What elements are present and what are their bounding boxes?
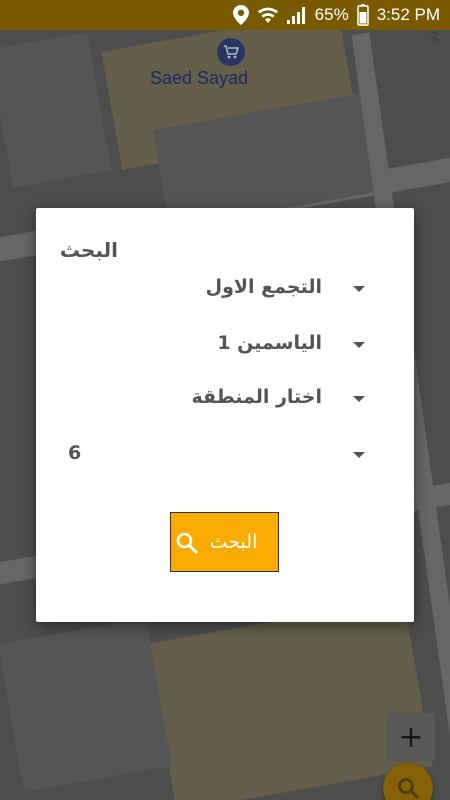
dropdown-number[interactable]: 6: [36, 436, 414, 476]
dropdown-arrow-icon: [353, 286, 365, 292]
search-button-label: البحث: [209, 531, 258, 553]
search-dialog: البحث التجمع الاول الياسمين 1 اختار المن…: [36, 208, 414, 622]
dropdown-value: التجمع الاول: [205, 276, 322, 298]
battery-percent: 65%: [314, 5, 349, 24]
dropdown-arrow-icon: [353, 452, 365, 458]
dropdown-neighborhood[interactable]: الياسمين 1: [36, 326, 414, 366]
dropdown-value: الياسمين 1: [217, 332, 322, 354]
dropdown-value: اختار المنطقة: [191, 386, 323, 408]
location-icon: [232, 5, 249, 25]
search-button[interactable]: البحث: [170, 512, 279, 572]
status-bar: 65% 3:52 PM: [0, 0, 450, 30]
dialog-title: البحث: [59, 238, 118, 262]
battery-icon: [356, 4, 369, 26]
wifi-icon: [257, 6, 279, 24]
dropdown-value: 6: [68, 442, 82, 464]
clock: 3:52 PM: [376, 5, 440, 24]
dropdown-arrow-icon: [353, 396, 365, 402]
dropdown-district[interactable]: التجمع الاول: [36, 270, 414, 310]
dropdown-area[interactable]: اختار المنطقة: [36, 380, 414, 420]
signal-icon: [286, 6, 307, 24]
search-icon: [175, 531, 199, 559]
dropdown-arrow-icon: [353, 342, 365, 348]
